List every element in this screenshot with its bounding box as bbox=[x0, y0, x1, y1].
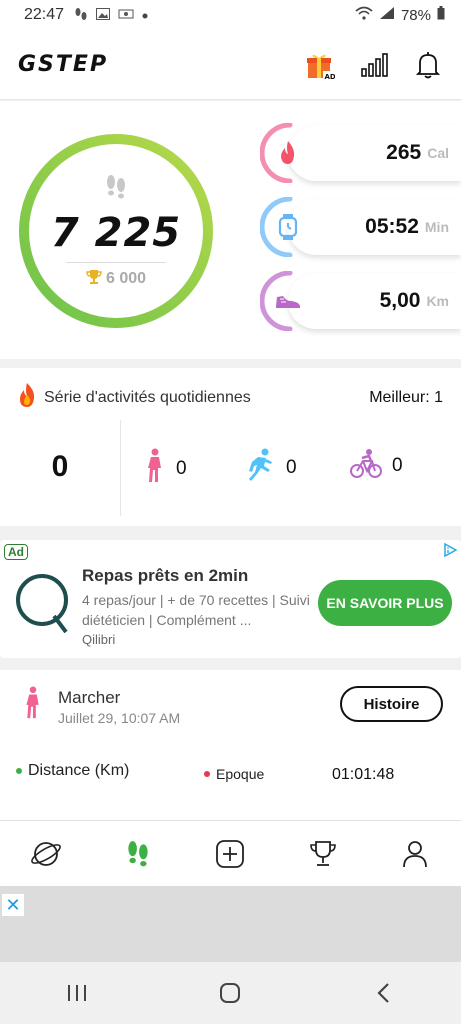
streak-walk: 0 bbox=[144, 448, 187, 490]
footsteps-icon[interactable] bbox=[120, 836, 156, 872]
status-bar: 22:47 78% bbox=[0, 0, 461, 30]
distance-unit: Km bbox=[426, 293, 449, 309]
steps-count: 7 225 bbox=[50, 209, 182, 256]
steps-goal: 6 000 bbox=[86, 269, 146, 290]
distance-stat-label: Distance (Km) bbox=[28, 762, 130, 779]
ad-cta-button[interactable]: EN SAVOIR PLUS bbox=[318, 580, 452, 626]
duration-value: 05:52 bbox=[365, 215, 419, 238]
distance-metric: 5,00 Km bbox=[260, 271, 461, 331]
ad-brand: Qilibri bbox=[82, 632, 116, 647]
app-logo: GSTEP bbox=[18, 52, 109, 77]
streak-header: Série d'activités quotidiennes Meilleur:… bbox=[16, 382, 443, 413]
watch-icon bbox=[274, 213, 302, 241]
daily-streak-card: Série d'activités quotidiennes Meilleur:… bbox=[0, 368, 461, 526]
banner-ad[interactable]: ✕ bbox=[0, 886, 461, 962]
workout-datetime: Juillet 29, 10:07 AM bbox=[58, 710, 181, 726]
planet-icon[interactable] bbox=[28, 836, 64, 872]
plus-square-icon[interactable] bbox=[212, 836, 248, 872]
last-workout-card: Marcher Juillet 29, 10:07 AM Histoire Di… bbox=[0, 670, 461, 820]
more-dot-icon bbox=[142, 8, 148, 22]
battery-icon bbox=[437, 6, 445, 24]
fire-icon bbox=[16, 382, 38, 413]
bell-icon[interactable] bbox=[413, 50, 443, 80]
duration-metric: 05:52 Min bbox=[260, 197, 461, 257]
gift-ad-icon[interactable]: AD bbox=[305, 50, 335, 80]
trophy-icon[interactable] bbox=[305, 836, 341, 872]
calories-unit: Cal bbox=[427, 145, 449, 161]
footsteps-icon bbox=[104, 173, 128, 206]
ad-choices-icon[interactable] bbox=[443, 542, 458, 558]
walk-icon bbox=[144, 448, 166, 490]
flame-icon bbox=[274, 139, 302, 167]
bottom-navigation bbox=[0, 820, 461, 886]
home-icon[interactable] bbox=[210, 973, 250, 1013]
bar-chart-icon[interactable] bbox=[359, 50, 389, 80]
status-time: 22:47 bbox=[24, 6, 65, 23]
battery-text: 78% bbox=[400, 6, 431, 24]
signal-icon bbox=[379, 6, 395, 24]
green-dot-icon bbox=[16, 768, 22, 774]
person-icon[interactable] bbox=[397, 836, 433, 872]
wifi-icon bbox=[355, 6, 373, 24]
streak-best: Meilleur: 1 bbox=[369, 388, 443, 406]
header-actions: AD bbox=[305, 50, 443, 80]
steps-goal-value: 6 000 bbox=[105, 270, 147, 287]
workout-type: Marcher bbox=[58, 688, 121, 707]
run-icon bbox=[246, 448, 276, 488]
image-notification-icon bbox=[96, 7, 111, 23]
app-header: GSTEP AD bbox=[0, 30, 461, 100]
notification-icons bbox=[74, 7, 148, 24]
goal-divider bbox=[66, 261, 166, 263]
ad-description: 4 repas/jour | + de 70 recettes | Suivi … bbox=[82, 592, 310, 628]
trophy-icon bbox=[86, 269, 102, 290]
streak-total: 0 bbox=[51, 450, 69, 483]
ad-title[interactable]: Repas prêts en 2min bbox=[82, 566, 248, 586]
close-icon[interactable]: ✕ bbox=[2, 894, 24, 916]
bike-count: 0 bbox=[392, 455, 403, 476]
streak-divider bbox=[120, 420, 121, 516]
svg-text:AD: AD bbox=[325, 73, 336, 80]
shoe-icon bbox=[274, 287, 302, 315]
red-dot-icon bbox=[204, 771, 210, 777]
duration-unit: Min bbox=[424, 219, 449, 235]
walk-count: 0 bbox=[176, 458, 187, 479]
cash-notification-icon bbox=[118, 8, 134, 23]
epoch-stat-label: Epoque bbox=[216, 766, 265, 782]
epoch-stat-value: 01:01:48 bbox=[332, 766, 395, 783]
distance-value: 5,00 bbox=[379, 289, 421, 312]
epoch-stat: Epoque bbox=[204, 766, 264, 782]
streak-run: 0 bbox=[246, 448, 297, 488]
system-navigation bbox=[0, 962, 461, 1024]
run-count: 0 bbox=[286, 457, 297, 478]
ad-brand-logo-icon bbox=[14, 572, 72, 634]
distance-stat: Distance (Km) bbox=[16, 762, 129, 780]
footsteps-notification-icon bbox=[74, 7, 88, 24]
ad-badge: Ad bbox=[4, 544, 28, 560]
steps-center: 7 225 6 000 bbox=[16, 131, 216, 331]
calories-value: 265 bbox=[386, 141, 422, 164]
recents-icon[interactable] bbox=[57, 973, 97, 1013]
steps-card: 7 225 6 000 265 Cal 05:52 Min 5,00 Km bbox=[0, 101, 461, 359]
bike-icon bbox=[350, 448, 382, 484]
calories-metric: 265 Cal bbox=[260, 123, 461, 183]
history-button[interactable]: Histoire bbox=[340, 686, 443, 722]
streak-title: Série d'activités quotidiennes bbox=[44, 388, 251, 406]
walk-icon bbox=[22, 686, 44, 725]
status-right: 78% bbox=[355, 6, 445, 24]
back-icon[interactable] bbox=[364, 973, 404, 1013]
streak-bike: 0 bbox=[350, 448, 403, 484]
ad-card[interactable]: Ad Repas prêts en 2min 4 repas/jour | + … bbox=[0, 540, 461, 658]
